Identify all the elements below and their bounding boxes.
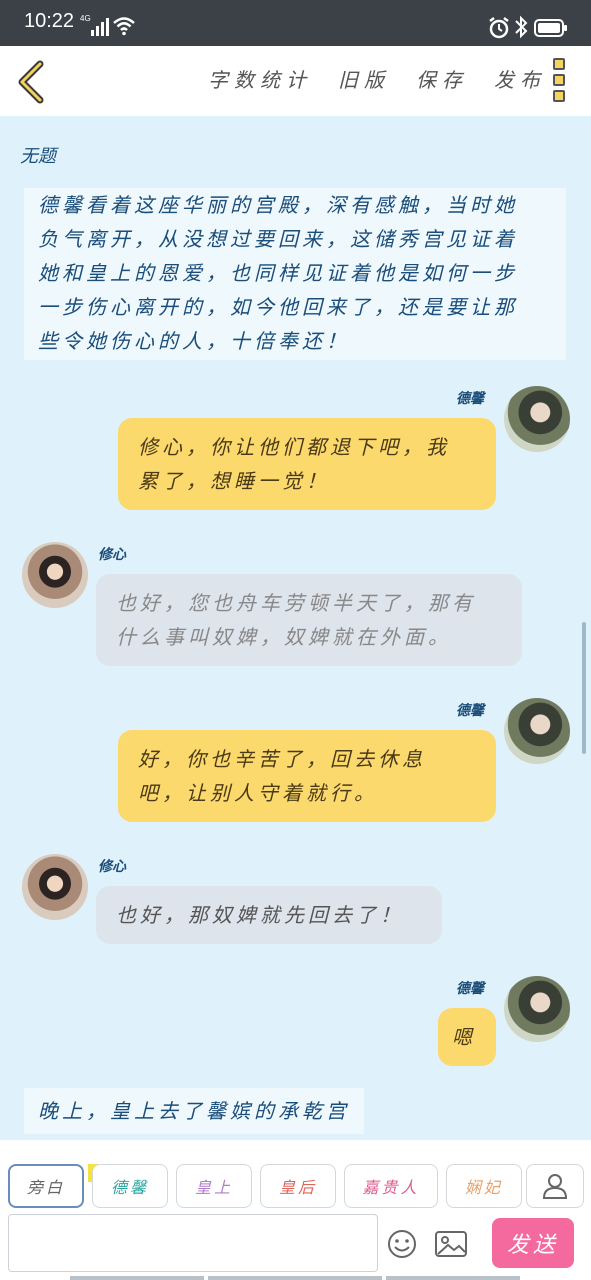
wifi-icon bbox=[113, 17, 135, 36]
message-line: 好，你也辛苦了，回去休息 bbox=[138, 747, 426, 771]
chat-area[interactable]: 无题 德馨看着这座华丽的宫殿，深有感触，当时她 负气离开，从没想过要回来，这储秀… bbox=[0, 116, 591, 1140]
header-actions: 字数统计 旧版 保存 发布 bbox=[208, 64, 546, 93]
back-arrow-icon[interactable] bbox=[14, 60, 48, 104]
narration-line: 德馨看着这座华丽的宫殿，深有感触，当时她 bbox=[38, 193, 518, 217]
speaker-name: 修心 bbox=[98, 547, 126, 563]
composer: 发送 bbox=[0, 1210, 591, 1280]
message-line: 修心，你让他们都退下吧，我 bbox=[138, 435, 450, 459]
message-bubble[interactable]: 也好，您也舟车劳顿半天了，那有 什么事叫奴婢，奴婢就在外面。 bbox=[96, 574, 522, 666]
message-bubble[interactable]: 修心，你让他们都退下吧，我 累了，想睡一觉！ bbox=[118, 418, 496, 510]
narration-block: 晚上，皇上去了馨嫔的承乾宫 bbox=[24, 1088, 364, 1134]
save-button[interactable]: 保存 bbox=[416, 64, 468, 93]
status-bar: 10:22 4G bbox=[0, 0, 591, 46]
role-label: 皇上 bbox=[194, 1178, 233, 1197]
message-line: 嗯 bbox=[452, 1025, 476, 1049]
old-version-button[interactable]: 旧版 bbox=[338, 64, 390, 93]
role-selector: 旁白 主 德馨 皇上 皇后 嘉贵人 娴妃 bbox=[0, 1140, 591, 1210]
role-label: 旁白 bbox=[26, 1178, 65, 1197]
send-button[interactable]: 发送 bbox=[492, 1218, 574, 1268]
avatar[interactable] bbox=[22, 542, 88, 608]
message-bubble[interactable]: 嗯 bbox=[438, 1008, 496, 1066]
narration-line: 她和皇上的恩爱，也同样见证着他是如何一步 bbox=[38, 261, 518, 285]
alarm-icon bbox=[489, 17, 509, 39]
signal-icon bbox=[91, 18, 109, 36]
role-emperor[interactable]: 皇上 bbox=[176, 1164, 252, 1208]
avatar[interactable] bbox=[504, 698, 570, 764]
speaker-name: 修心 bbox=[98, 859, 126, 875]
message-line: 吧，让别人守着就行。 bbox=[138, 781, 378, 805]
battery-icon bbox=[534, 19, 567, 37]
add-role-button[interactable] bbox=[526, 1164, 584, 1208]
narration-line: 负气离开，从没想过要回来，这储秀宫见证着 bbox=[38, 227, 518, 251]
person-icon bbox=[542, 1174, 568, 1199]
role-label: 娴妃 bbox=[464, 1178, 503, 1197]
nav-hint bbox=[386, 1276, 520, 1280]
speaker-name: 德馨 bbox=[456, 981, 484, 997]
message-line: 累了，想睡一觉！ bbox=[138, 469, 330, 493]
editor-header: 字数统计 旧版 保存 发布 bbox=[0, 46, 591, 116]
role-label: 德馨 bbox=[110, 1178, 149, 1197]
bluetooth-icon bbox=[515, 15, 528, 39]
message-bubble[interactable]: 好，你也辛苦了，回去休息 吧，让别人守着就行。 bbox=[118, 730, 496, 822]
message-bubble[interactable]: 也好，那奴婢就先回去了！ bbox=[96, 886, 442, 944]
narration-line: 些令她伤心的人，十倍奉还！ bbox=[38, 329, 350, 353]
role-dexin[interactable]: 德馨 bbox=[92, 1164, 168, 1208]
speaker-name: 德馨 bbox=[456, 703, 484, 719]
message-line: 什么事叫奴婢，奴婢就在外面。 bbox=[116, 625, 452, 649]
publish-button[interactable]: 发布 bbox=[494, 64, 546, 93]
avatar[interactable] bbox=[504, 386, 570, 452]
role-empress[interactable]: 皇后 bbox=[260, 1164, 336, 1208]
more-menu-icon[interactable] bbox=[548, 58, 570, 106]
role-label: 嘉贵人 bbox=[362, 1178, 420, 1197]
message-line: 也好，那奴婢就先回去了！ bbox=[116, 903, 404, 927]
image-icon[interactable] bbox=[434, 1228, 468, 1260]
role-xianfei[interactable]: 娴妃 bbox=[446, 1164, 522, 1208]
role-narrator[interactable]: 旁白 bbox=[8, 1164, 84, 1208]
message-input[interactable] bbox=[8, 1214, 378, 1272]
speaker-name: 德馨 bbox=[456, 391, 484, 407]
word-count-button[interactable]: 字数统计 bbox=[208, 64, 312, 93]
nav-hint bbox=[208, 1276, 382, 1280]
nav-hint bbox=[70, 1276, 204, 1280]
emoji-icon[interactable] bbox=[386, 1228, 418, 1260]
narration-line: 一步伤心离开的，如今他回来了，还是要让那 bbox=[38, 295, 518, 319]
chat-scrollbar[interactable] bbox=[582, 622, 586, 754]
message-line: 也好，您也舟车劳顿半天了，那有 bbox=[116, 591, 476, 615]
role-jia-guiren[interactable]: 嘉贵人 bbox=[344, 1164, 438, 1208]
avatar[interactable] bbox=[22, 854, 88, 920]
story-title: 无题 bbox=[20, 146, 56, 167]
avatar[interactable] bbox=[504, 976, 570, 1042]
role-label: 皇后 bbox=[278, 1178, 317, 1197]
status-time: 10:22 bbox=[24, 10, 75, 32]
narration-block: 德馨看着这座华丽的宫殿，深有感触，当时她 负气离开，从没想过要回来，这储秀宫见证… bbox=[24, 188, 566, 360]
